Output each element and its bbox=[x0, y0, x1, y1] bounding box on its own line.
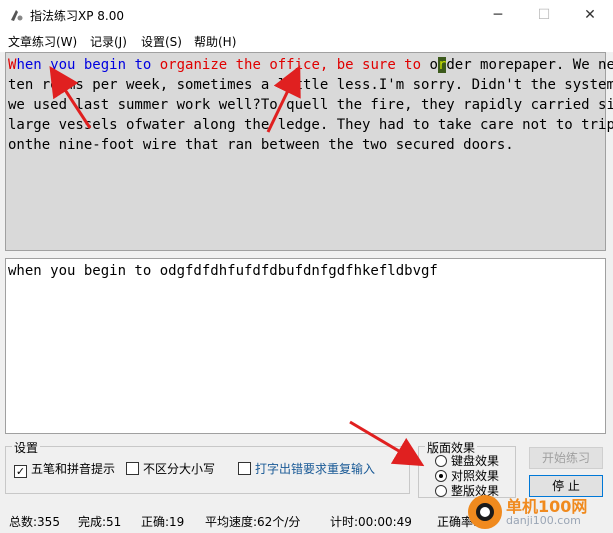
retype-on-error-label: 打字出错要求重复输入 bbox=[255, 462, 376, 476]
start-practice-button[interactable]: 开始练习 bbox=[529, 447, 603, 469]
sample-line: ten reams per week, sometimes a little l… bbox=[8, 75, 613, 95]
sample-text-panel: When you begin to organize the office, b… bbox=[5, 52, 613, 251]
sample-text: When you begin to organize the office, b… bbox=[8, 55, 613, 155]
sample-run: hen you begin to bbox=[16, 57, 160, 73]
ignore-case-checkbox[interactable]: 不区分大小写 bbox=[126, 460, 215, 477]
wubi-pinyin-checkbox[interactable]: ✓ 五笔和拼音提示 bbox=[14, 460, 115, 478]
app-icon bbox=[11, 10, 23, 21]
status-avg-speed: 平均速度:62个/分 bbox=[205, 515, 301, 529]
status-total: 总数:355 bbox=[9, 515, 60, 529]
menu-settings[interactable]: 设置(S) bbox=[141, 33, 182, 50]
sample-line: we used last summer work well?To quell t… bbox=[8, 95, 613, 115]
wubi-pinyin-label: 五笔和拼音提示 bbox=[31, 462, 116, 476]
sample-run: large vessels ofwater along the ledge. T… bbox=[8, 117, 613, 133]
settings-group-title: 设置 bbox=[12, 439, 41, 456]
sample-run: ten reams per week, sometimes a little l… bbox=[8, 77, 613, 93]
status-timer: 计时:00:00:49 bbox=[330, 515, 412, 529]
title-bar: 指法练习XP 8.00 ─ ☐ ✕ bbox=[0, 0, 613, 30]
sample-run: der morepaper. We need bbox=[446, 57, 613, 73]
sample-run: o bbox=[159, 57, 169, 73]
sample-run: rganize the office, be sure to bbox=[168, 57, 430, 73]
menu-article-practice[interactable]: 文章练习(W) bbox=[8, 33, 77, 50]
maximize-button[interactable]: ☐ bbox=[521, 0, 567, 30]
watermark-logo: 单机100网 danji100.com bbox=[468, 492, 613, 533]
close-button[interactable]: ✕ bbox=[567, 0, 613, 30]
sample-run: we used last summer work well?To quell t… bbox=[8, 97, 613, 113]
sample-line: onthe nine-foot wire that ran between th… bbox=[8, 135, 604, 155]
check-icon: ✓ bbox=[14, 465, 27, 478]
minimize-button[interactable]: ─ bbox=[475, 0, 521, 30]
layout-effect-group: 版面效果 键盘效果 对照效果 整版效果 bbox=[418, 439, 516, 498]
typed-text: when you begin to odgfdfdhfufdfdbufdnfgd… bbox=[8, 263, 438, 279]
sample-run: onthe nine-foot wire that ran between th… bbox=[8, 137, 514, 153]
settings-group: 设置 ✓ 五笔和拼音提示 不区分大小写 打字出错要求重复输入 bbox=[5, 439, 410, 494]
sample-run: o bbox=[429, 57, 438, 73]
status-done: 完成:51 bbox=[78, 515, 122, 529]
sample-line: When you begin to organize the office, b… bbox=[8, 55, 613, 75]
menu-help[interactable]: 帮助(H) bbox=[194, 33, 236, 50]
status-correct: 正确:19 bbox=[141, 515, 185, 529]
window-title: 指法练习XP 8.00 bbox=[30, 9, 124, 23]
ignore-case-label: 不区分大小写 bbox=[143, 462, 216, 476]
retype-on-error-checkbox[interactable]: 打字出错要求重复输入 bbox=[238, 460, 375, 477]
sample-line: large vessels ofwater along the ledge. T… bbox=[8, 115, 613, 135]
typing-input-area[interactable]: when you begin to odgfdfdhfufdfdbufdnfgd… bbox=[5, 258, 606, 434]
watermark-url: danji100.com bbox=[506, 514, 581, 527]
menu-records[interactable]: 记录(J) bbox=[90, 33, 127, 50]
menu-bar: 文章练习(W) 记录(J) 设置(S) 帮助(H) bbox=[0, 30, 613, 52]
